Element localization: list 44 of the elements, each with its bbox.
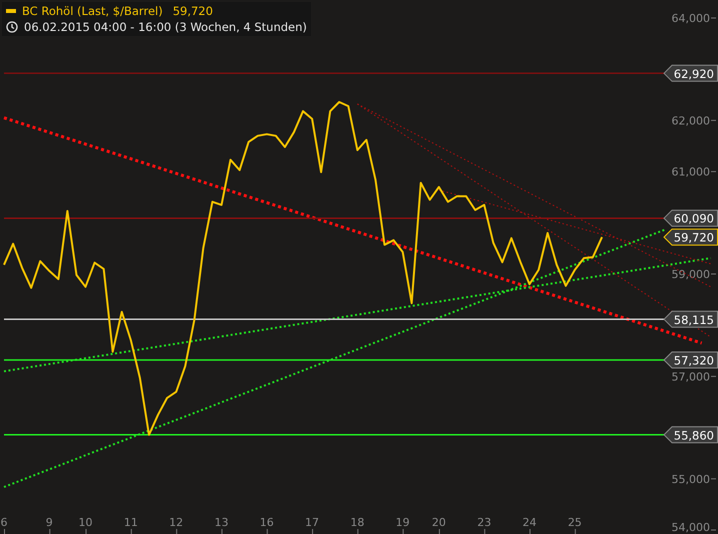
x-tick-label: 6 [0, 516, 8, 529]
price-label: 62,920 [663, 64, 718, 82]
time-range: 06.02.2015 04:00 - 16:00 (3 Wochen, 4 Stunden) [24, 20, 307, 34]
x-axis-label: 11 [124, 516, 138, 534]
y-axis-label: 61,000 [672, 166, 716, 179]
y-axis-label: 62,000 [672, 114, 716, 128]
x-axis-label: 9 [46, 516, 53, 534]
x-tick-label: 13 [214, 516, 228, 529]
x-axis-label: 10 [78, 516, 93, 534]
y-axis-label: 64,000 [672, 12, 716, 25]
x-axis-label: 23 [477, 516, 492, 534]
x-axis-label: 24 [522, 516, 537, 534]
x-tick-label: 19 [396, 516, 410, 529]
y-axis-label: 55,000 [672, 472, 716, 486]
x-tick-label: 25 [568, 516, 582, 529]
price-label: 59,720 [663, 228, 718, 246]
x-tick-label: 20 [432, 516, 446, 529]
x-tick-label: 16 [260, 516, 274, 529]
x-axis-label: 16 [260, 516, 274, 534]
x-axis-label: 6 [0, 516, 8, 534]
x-axis-label: 18 [350, 516, 364, 534]
x-axis-label: 19 [396, 516, 410, 534]
x-axis-label: 17 [305, 516, 320, 534]
price-label: 58,115 [663, 310, 718, 328]
series-name: BC Rohöl (Last, $/Barrel) [22, 4, 163, 18]
y-axis-label: 54,000 [672, 521, 716, 534]
x-axis-label: 25 [568, 516, 582, 534]
price-label: 60,090 [663, 210, 718, 227]
x-tick-label: 18 [350, 516, 364, 529]
y-axis-label: 57,000 [672, 370, 716, 384]
x-tick-label: 11 [124, 516, 138, 529]
x-tick-label: 24 [522, 516, 537, 529]
x-tick-label: 17 [305, 516, 320, 529]
x-axis-label: 12 [169, 516, 184, 534]
price-label: 57,320 [663, 352, 718, 369]
x-axis-label: 13 [214, 516, 228, 534]
x-tick-label: 10 [78, 516, 93, 529]
x-axis-label: 20 [432, 516, 446, 534]
y-axis-label: 59,000 [672, 268, 716, 281]
x-tick-label: 23 [477, 516, 492, 529]
last-value: 59,720 [172, 4, 213, 18]
x-tick-label: 9 [46, 516, 53, 529]
price-label: 55,860 [663, 426, 718, 444]
x-tick-label: 12 [169, 516, 184, 529]
